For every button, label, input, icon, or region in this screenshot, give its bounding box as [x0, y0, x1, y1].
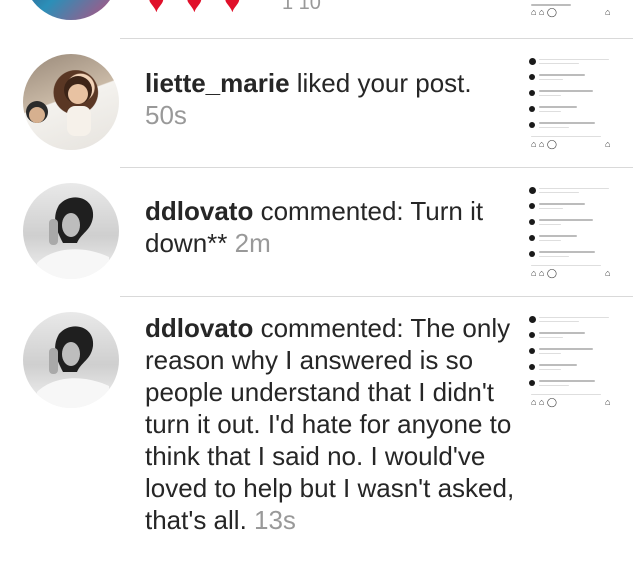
heart-icon: ♥	[186, 0, 214, 12]
avatar[interactable]	[23, 183, 119, 279]
avatar[interactable]	[23, 54, 119, 150]
notification-text: ddlovato commented: The only reason why …	[145, 312, 515, 536]
post-thumbnail[interactable]: ⌂ ⌂ ◯ ⌂	[525, 0, 617, 18]
heart-icon: ♥	[224, 0, 252, 12]
notification-row[interactable]: ddlovato commented: Turn it down** 2m ⌂ …	[0, 183, 633, 293]
profile-photo-icon	[37, 197, 109, 279]
notification-text: ddlovato commented: Turn it down** 2m	[145, 195, 515, 259]
heart-reactions: ♥ ♥ ♥	[148, 0, 252, 12]
notification-row[interactable]: ddlovato commented: The only reason why …	[0, 312, 633, 582]
notification-row-partial[interactable]: ♥ ♥ ♥ 1 10 ⌂ ⌂ ◯ ⌂	[0, 0, 633, 40]
notification-row[interactable]: liette_marie liked your post. 50s ⌂ ⌂ ◯ …	[0, 54, 633, 164]
post-thumbnail[interactable]: ⌂ ⌂ ◯ ⌂	[525, 54, 617, 150]
profile-photo-icon	[26, 76, 92, 136]
timestamp: 50s	[145, 100, 187, 130]
username-link[interactable]: ddlovato	[145, 196, 253, 226]
username-link[interactable]: ddlovato	[145, 313, 253, 343]
heart-icon: ♥	[148, 0, 176, 12]
divider	[120, 38, 633, 39]
profile-photo-icon	[37, 326, 109, 408]
timestamp: 2m	[234, 228, 271, 258]
post-thumbnail[interactable]: ⌂ ⌂ ◯ ⌂	[525, 312, 617, 408]
notification-action: liked your post.	[289, 68, 472, 98]
username-link[interactable]: liette_marie	[145, 68, 290, 98]
notification-text: liette_marie liked your post. 50s	[145, 67, 515, 131]
avatar[interactable]	[23, 312, 119, 408]
notification-action: commented: The only reason why I answere…	[145, 313, 515, 535]
timestamp: 13s	[254, 505, 296, 535]
divider	[120, 296, 633, 297]
partial-text: 1 10	[282, 0, 321, 14]
divider	[120, 167, 633, 168]
post-thumbnail[interactable]: ⌂ ⌂ ◯ ⌂	[525, 183, 617, 279]
avatar[interactable]	[23, 0, 119, 20]
